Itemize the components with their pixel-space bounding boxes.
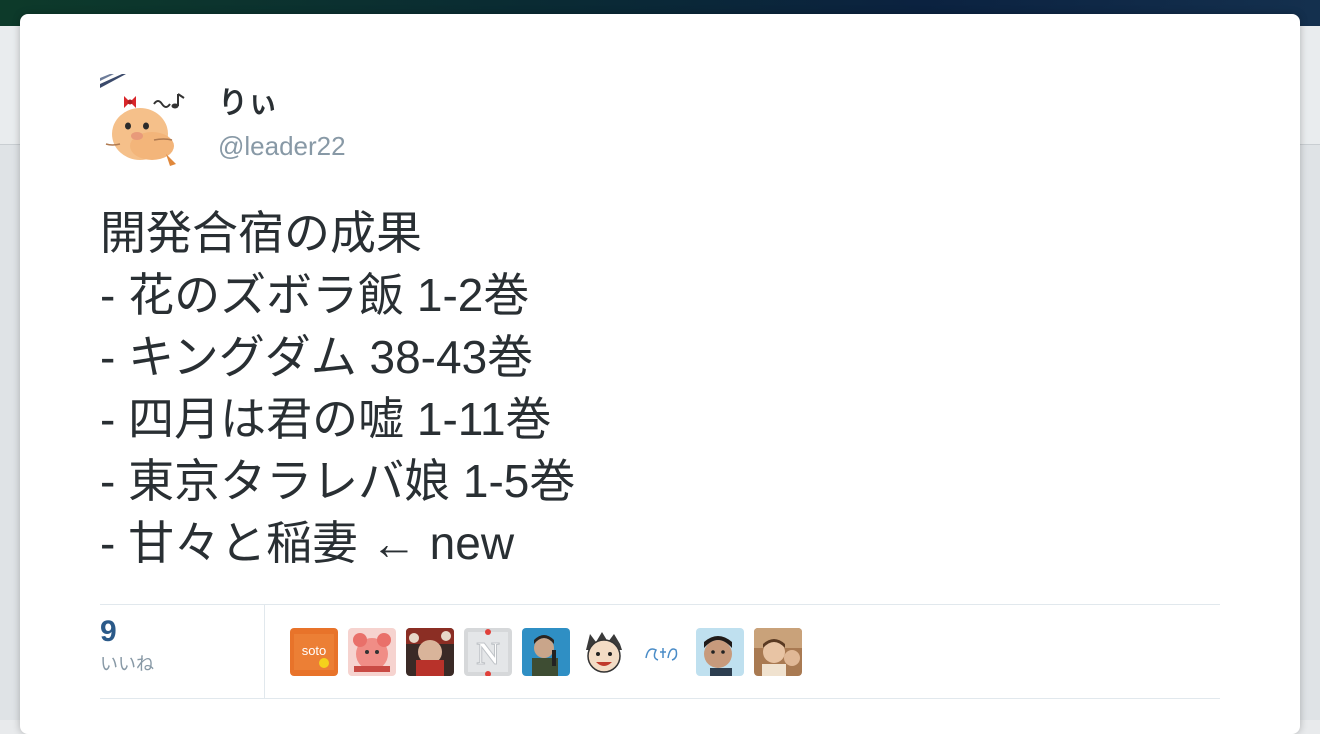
liker-avatar[interactable] bbox=[580, 628, 628, 676]
liker-avatar[interactable] bbox=[348, 628, 396, 676]
person-selfie-avatar-icon bbox=[696, 628, 744, 676]
tweet-line: - 東京タラレバ娘 1-5巻 bbox=[100, 455, 576, 507]
liker-avatar[interactable]: soto bbox=[290, 628, 338, 676]
stats-separator bbox=[264, 605, 265, 698]
like-count: 9 bbox=[100, 615, 117, 648]
liker-avatars: soto N bbox=[290, 628, 802, 676]
liker-avatar[interactable] bbox=[638, 628, 686, 676]
user-display-name[interactable]: りぃ bbox=[218, 86, 278, 122]
festival-photo-avatar-icon bbox=[406, 628, 454, 676]
child-photo-avatar-icon bbox=[754, 628, 802, 676]
person-blue-background-avatar-icon bbox=[522, 628, 570, 676]
cartoon-face-avatar-icon bbox=[580, 628, 628, 676]
liker-avatar[interactable]: N bbox=[464, 628, 512, 676]
letter-n-avatar-icon: N bbox=[464, 628, 512, 676]
stats-divider-bottom bbox=[100, 698, 1220, 699]
tweet-card: りぃ @leader22 開発合宿の成果 - 花のズボラ飯 1-2巻 - キング… bbox=[20, 14, 1300, 734]
hamster-avatar-icon bbox=[100, 74, 196, 170]
tweet-line: 開発合宿の成果 bbox=[100, 207, 422, 259]
user-screen-name[interactable]: @leader22 bbox=[218, 130, 346, 162]
liker-avatar[interactable] bbox=[696, 628, 744, 676]
tweet-line: - 四月は君の嘘 1-11巻 bbox=[100, 393, 552, 445]
liker-avatar[interactable] bbox=[522, 628, 570, 676]
pink-character-avatar-icon bbox=[348, 628, 396, 676]
stats-divider-top bbox=[100, 604, 1220, 605]
user-avatar[interactable] bbox=[100, 74, 196, 170]
handwritten-doodle-avatar-icon bbox=[638, 628, 686, 676]
tweet-line: - 花のズボラ飯 1-2巻 bbox=[100, 269, 530, 321]
tweet-line: - 甘々と稲妻 ← new bbox=[100, 517, 515, 569]
tweet-text: 開発合宿の成果 - 花のズボラ飯 1-2巻 - キングダム 38-43巻 - 四… bbox=[100, 202, 1200, 574]
soto-logo-text: soto bbox=[302, 643, 327, 658]
liker-avatar[interactable] bbox=[754, 628, 802, 676]
liker-avatar[interactable] bbox=[406, 628, 454, 676]
like-stat[interactable]: 9 いいね bbox=[100, 614, 250, 676]
tweet-line: - キングダム 38-43巻 bbox=[100, 331, 534, 383]
letter-n-text: N bbox=[476, 635, 499, 671]
soto-logo-avatar-icon: soto bbox=[290, 628, 338, 676]
like-label: いいね bbox=[100, 654, 154, 674]
